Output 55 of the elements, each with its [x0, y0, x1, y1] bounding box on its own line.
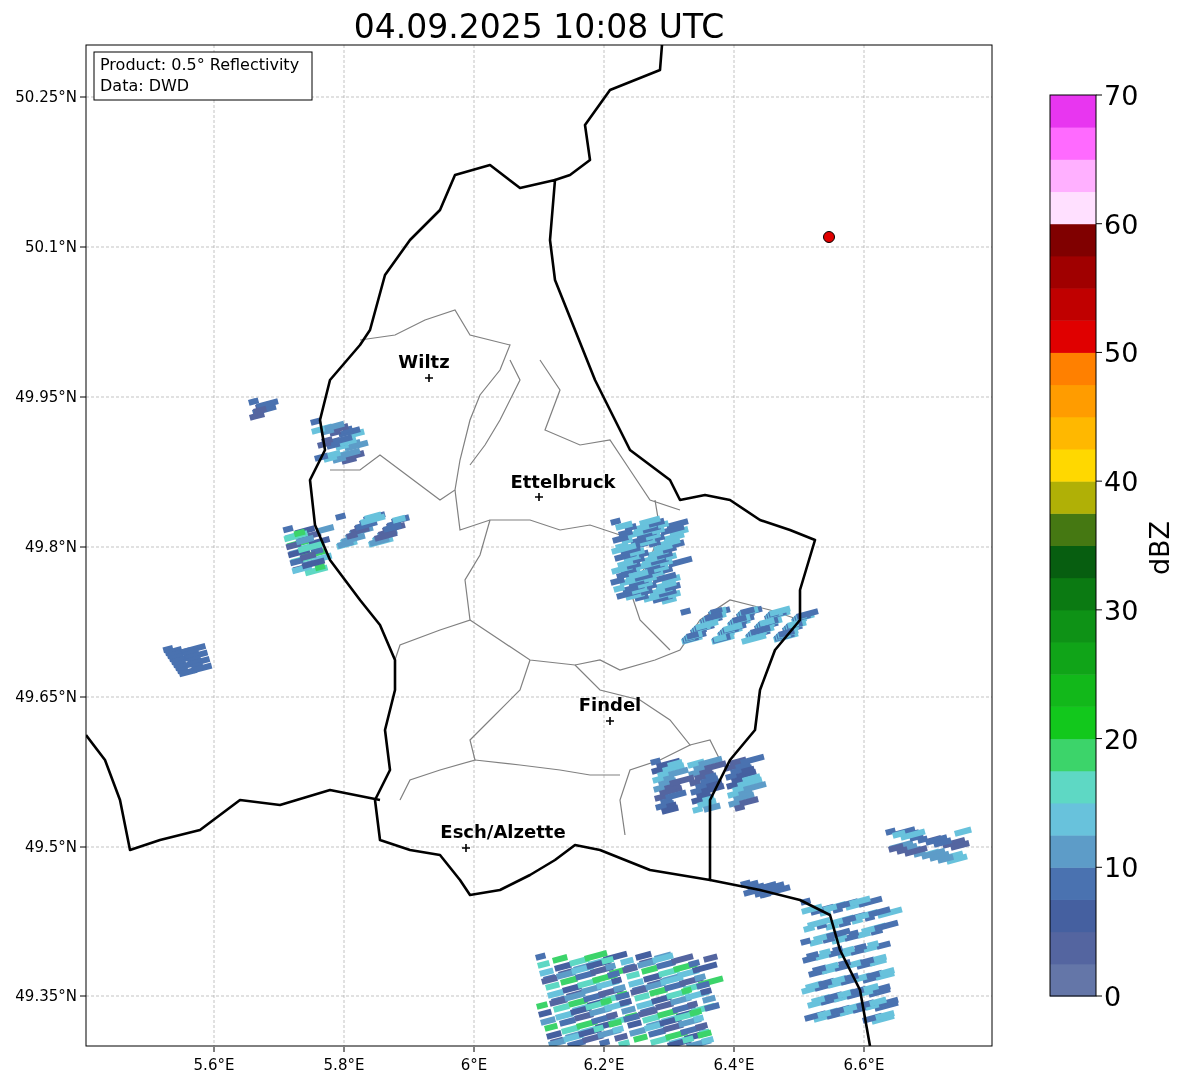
- axis-tick-label: 49.95°N: [15, 388, 77, 406]
- city-marker-icon: [424, 373, 434, 383]
- tick-mark: [79, 846, 87, 848]
- tick-mark: [733, 1046, 735, 1053]
- tick-mark: [1095, 609, 1103, 611]
- tick-mark: [1095, 480, 1103, 482]
- axis-tick-label: 6.6°E: [843, 1056, 885, 1074]
- axis-tick-label: 49.8°N: [24, 538, 77, 556]
- radar-site-icon: [823, 231, 835, 243]
- tick-mark: [473, 1046, 475, 1053]
- city-label: Ettelbruck: [510, 471, 616, 492]
- city-label: Wiltz: [398, 351, 450, 372]
- tick-mark: [79, 546, 87, 548]
- city-marker-icon: [534, 492, 544, 502]
- axis-tick-label: 6.4°E: [713, 1056, 755, 1074]
- tick-mark: [603, 1046, 605, 1053]
- colorbar-tick-label: 40: [1104, 466, 1139, 498]
- legend-text: Product: 0.5° Reflectivity: [100, 55, 300, 74]
- colorbar-tick-label: 20: [1104, 723, 1139, 755]
- chart-title: 04.09.2025 10:08 UTC: [353, 7, 725, 46]
- colorbar-tick-label: 70: [1104, 80, 1139, 111]
- tick-mark: [1095, 351, 1103, 353]
- axis-tick-label: 6°E: [460, 1056, 488, 1074]
- city-marker-icon: [605, 716, 615, 726]
- axis-tick-label: 5.8°E: [323, 1056, 365, 1074]
- axis-tick-label: 50.25°N: [15, 88, 77, 106]
- tick-mark: [79, 246, 87, 248]
- tick-mark: [1095, 995, 1103, 997]
- tick-mark: [1095, 866, 1103, 868]
- colorbar-tick-label: 50: [1104, 337, 1139, 369]
- tick-mark: [213, 1046, 215, 1053]
- tick-mark: [1095, 94, 1103, 96]
- tick-mark: [1095, 738, 1103, 740]
- city-marker-icon: [461, 843, 471, 853]
- axis-tick-label: 6.2°E: [583, 1056, 625, 1074]
- tick-mark: [79, 96, 87, 98]
- tick-mark: [79, 696, 87, 698]
- city-label: Findel: [578, 694, 642, 715]
- tick-mark: [79, 995, 87, 997]
- axis-tick-label: 49.35°N: [15, 987, 77, 1005]
- axis-tick-label: 5.6°E: [193, 1056, 235, 1074]
- axis-tick-label: 49.65°N: [15, 688, 77, 706]
- tick-mark: [343, 1046, 345, 1053]
- tick-mark: [79, 396, 87, 398]
- axis-tick-label: 50.1°N: [24, 238, 77, 256]
- colorbar-tick-label: 60: [1104, 208, 1139, 240]
- legend-text: Data: DWD: [100, 76, 190, 95]
- axis-tick-label: 49.5°N: [24, 838, 77, 856]
- colorbar-tick-label: 0: [1104, 981, 1122, 1012]
- city-label: Esch/Alzette: [440, 821, 566, 842]
- colorbar-label: dBZ: [1144, 520, 1175, 576]
- tick-mark: [863, 1046, 865, 1053]
- colorbar-tick-label: 10: [1104, 852, 1139, 884]
- tick-mark: [1095, 223, 1103, 225]
- colorbar-tick-label: 30: [1104, 594, 1139, 626]
